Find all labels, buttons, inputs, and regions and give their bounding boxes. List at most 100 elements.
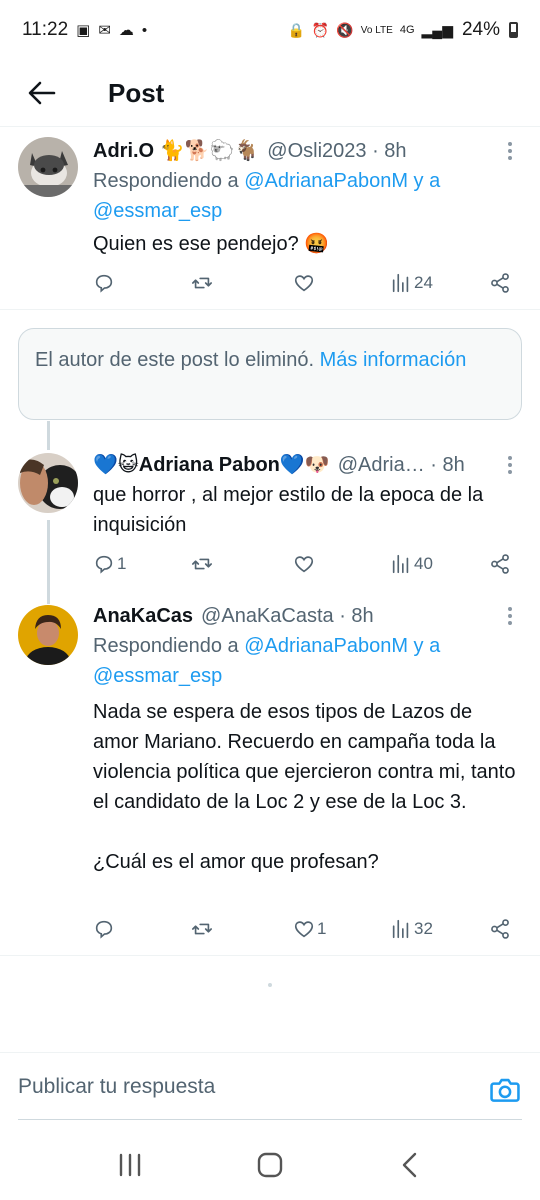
repost-icon <box>192 923 212 935</box>
reply-compose-bar: Publicar tu respuesta <box>0 1052 540 1130</box>
signal-icon: ▂▄▆ <box>421 21 453 38</box>
author-name[interactable]: 💙😺Adriana Pabon💙🐶 <box>93 450 330 480</box>
more-icon[interactable] <box>498 138 522 164</box>
author-handle: @Osli2023 · 8h <box>267 140 407 162</box>
home-icon <box>257 1152 283 1178</box>
more-info-link[interactable]: Más información <box>320 349 467 371</box>
gallery-notification-icon: ▣ <box>76 22 91 39</box>
nav-back-button[interactable] <box>380 1140 440 1190</box>
repost-button[interactable] <box>191 268 213 298</box>
replying-prefix: Respondiendo a <box>93 170 239 192</box>
recents-icon <box>119 1153 141 1177</box>
like-icon <box>294 921 314 938</box>
views-button[interactable]: 40 <box>390 549 433 579</box>
home-button[interactable] <box>240 1140 300 1190</box>
nav-back-icon <box>402 1152 417 1178</box>
author-handle: @AnaKaCasta · 8h <box>201 605 374 627</box>
reply-button[interactable] <box>93 914 117 944</box>
tweet-header: Adri.O 🐈🐕🐑🐐 @Osli2023 · 8h <box>93 136 522 166</box>
thread-line <box>47 421 50 450</box>
lock-icon: 🔒 <box>287 21 305 38</box>
like-button[interactable] <box>293 549 317 579</box>
dot-icon: • <box>141 21 148 39</box>
author-name[interactable]: Adri.O 🐈🐕🐑🐐 <box>93 136 259 166</box>
mention-link[interactable]: @essmar_esp <box>93 200 222 222</box>
like-count: 1 <box>317 919 327 938</box>
mention-link[interactable]: @AdrianaPabonM <box>244 170 408 192</box>
back-arrow-icon <box>28 81 56 105</box>
camera-button[interactable] <box>488 1073 522 1107</box>
share-icon <box>491 554 509 574</box>
reply-icon <box>95 920 113 939</box>
avatar[interactable] <box>18 605 78 665</box>
avatar[interactable] <box>18 453 78 513</box>
recents-button[interactable] <box>100 1140 160 1190</box>
mute-icon: 🔇 <box>336 21 354 38</box>
tweet-actions: 1 32 <box>93 914 523 944</box>
tweet-actions: 24 <box>93 268 523 298</box>
mention-link[interactable]: @AdrianaPabonM <box>244 635 408 657</box>
reply-button[interactable]: 1 <box>93 549 126 579</box>
like-button[interactable]: 1 <box>293 914 326 944</box>
status-time: 11:22 <box>22 19 69 40</box>
view-count: 40 <box>414 554 433 573</box>
replying-prefix: Respondiendo a <box>93 635 239 657</box>
email-notification-icon: ✉ <box>98 22 111 39</box>
views-icon <box>392 554 409 574</box>
tweet-header: AnaKaCas @AnaKaCasta · 8h <box>93 601 522 631</box>
and-text: y a <box>413 635 441 657</box>
battery-percent: 24% <box>461 19 500 40</box>
author-handle: @Adria… · 8h <box>337 454 465 476</box>
views-button[interactable]: 24 <box>390 268 433 298</box>
repost-button[interactable] <box>191 549 213 579</box>
reply-icon <box>95 274 113 293</box>
share-icon <box>491 273 509 293</box>
deleted-notice-text: El autor de este post lo eliminó. <box>35 349 315 371</box>
tweet-header: 💙😺Adriana Pabon💙🐶 @Adria… · 8h <box>93 450 522 480</box>
more-icon[interactable] <box>498 452 522 478</box>
share-button[interactable] <box>489 549 511 579</box>
share-icon <box>491 919 509 939</box>
share-button[interactable] <box>489 268 511 298</box>
status-bar: 11:22 ▣ ✉ ☁ • 🔒 ⏰ 🔇 Vo LTE 4G ▂▄▆ 24% <box>0 0 540 60</box>
views-icon <box>392 919 409 939</box>
avatar[interactable] <box>18 137 78 197</box>
views-button[interactable]: 32 <box>390 914 433 944</box>
like-icon <box>294 556 314 573</box>
divider <box>0 309 540 310</box>
tweet-actions: 1 40 <box>93 549 523 579</box>
reply-icon <box>95 555 113 574</box>
cloud-icon: ☁ <box>118 22 134 39</box>
view-count: 32 <box>414 919 433 938</box>
repost-icon <box>192 277 212 289</box>
repost-icon <box>192 558 212 570</box>
page-title: Post <box>108 77 165 108</box>
back-button[interactable] <box>12 65 72 121</box>
loading-indicator <box>268 983 272 987</box>
repost-button[interactable] <box>191 914 213 944</box>
camera-icon <box>490 1078 520 1102</box>
divider <box>0 955 540 956</box>
mention-link[interactable]: @essmar_esp <box>93 665 222 687</box>
more-icon[interactable] <box>498 603 522 629</box>
replying-to: Respondiendo a @AdrianaPabonM y a @essma… <box>93 631 522 691</box>
thread-line <box>47 520 50 604</box>
and-text: y a <box>413 170 441 192</box>
view-count: 24 <box>414 273 433 292</box>
network-label: 4G <box>399 24 415 36</box>
author-name[interactable]: AnaKaCas <box>93 601 193 631</box>
reply-button[interactable] <box>93 268 117 298</box>
header: Post <box>0 60 540 126</box>
like-icon <box>294 275 314 292</box>
deleted-post-notice: El autor de este post lo eliminó. Más in… <box>18 328 522 420</box>
share-button[interactable] <box>489 914 511 944</box>
volte-label: Vo LTE <box>360 24 393 36</box>
reply-input[interactable]: Publicar tu respuesta <box>18 1075 215 1099</box>
battery-icon <box>509 22 518 38</box>
tweet-text: que horror , al mejor estilo de la epoca… <box>93 484 489 536</box>
reply-count: 1 <box>117 554 127 573</box>
tweet-text: Quien es ese pendejo? 🤬 <box>93 233 330 255</box>
tweet-text: Nada se espera de esos tipos de Lazos de… <box>93 701 516 873</box>
like-button[interactable] <box>293 268 317 298</box>
views-icon <box>392 273 409 293</box>
